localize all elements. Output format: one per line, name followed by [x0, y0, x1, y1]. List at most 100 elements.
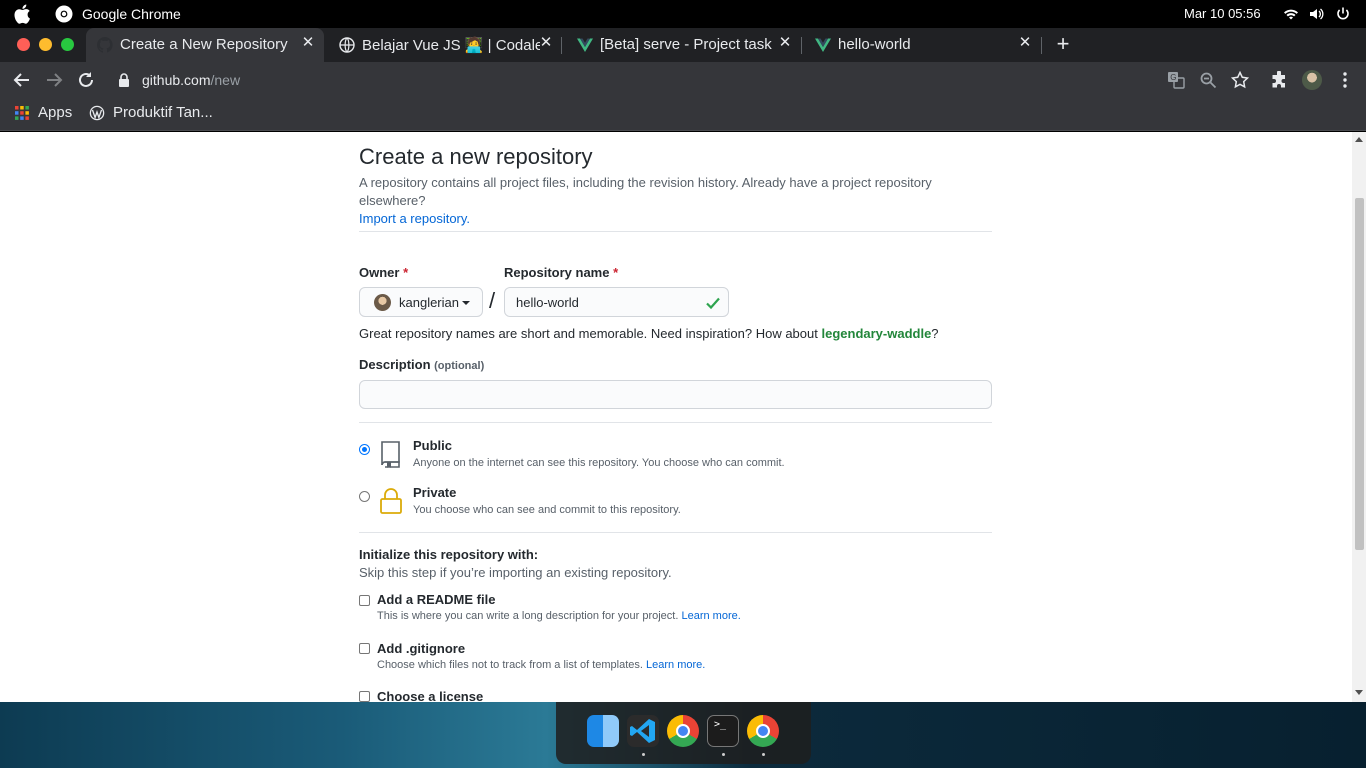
os-menu-bar: Google Chrome Mar 10 05:56 [0, 0, 1366, 28]
gitignore-note: Choose which files not to track from a l… [377, 659, 705, 671]
bookmarks-bar: Apps Produktif Tan... [0, 98, 1366, 131]
url-text[interactable]: github.com/new [142, 72, 240, 88]
reload-icon[interactable] [76, 70, 96, 90]
minimize-window-button[interactable] [39, 38, 52, 51]
volume-icon[interactable] [1308, 6, 1324, 22]
private-title: Private [413, 485, 457, 500]
address-bar[interactable]: github.com/new [110, 65, 1190, 95]
github-new-repo-page: Create a new repository A repository con… [0, 132, 1352, 702]
close-window-button[interactable] [17, 38, 30, 51]
browser-toolbar: github.com/new G [0, 62, 1366, 98]
translate-icon[interactable]: G [1167, 71, 1185, 89]
private-note: You choose who can see and commit to thi… [413, 504, 681, 516]
scrollbar-thumb[interactable] [1355, 198, 1364, 550]
lock-icon[interactable] [118, 73, 130, 87]
private-radio[interactable] [359, 491, 370, 502]
divider [359, 422, 992, 423]
description-label: Description (optional) [359, 357, 484, 372]
power-icon[interactable] [1335, 6, 1351, 22]
suggested-name-link[interactable]: legendary-waddle [821, 326, 931, 341]
tab-close-icon[interactable]: ✕ [300, 35, 316, 51]
chrome-icon[interactable] [747, 715, 779, 747]
required-mark: * [613, 265, 619, 280]
vue-icon [815, 38, 831, 52]
owner-repo-separator: / [489, 288, 496, 313]
repository-name-input[interactable]: hello-world [504, 287, 729, 317]
running-indicator [722, 753, 725, 756]
more-menu-icon[interactable] [1336, 71, 1354, 89]
bookmark-star-icon[interactable] [1231, 71, 1249, 89]
vscode-icon[interactable] [627, 715, 659, 747]
owner-label-text: Owner [359, 265, 400, 280]
tab-hello-world[interactable]: hello-world ✕ [804, 28, 1040, 62]
extensions-icon[interactable] [1270, 71, 1288, 89]
tab-title: Belajar Vue JS 🧑‍💻 | Codale [362, 37, 540, 54]
tab-close-icon[interactable]: ✕ [538, 35, 554, 51]
bookmark-label: Produktif Tan... [113, 104, 213, 121]
init-title: Initialize this repository with: [359, 547, 539, 562]
tab-divider [1041, 37, 1042, 54]
owner-dropdown[interactable]: kanglerian [359, 287, 483, 317]
vue-icon [577, 38, 593, 52]
apple-icon[interactable] [13, 4, 31, 24]
tab-strip: Create a New Repository ✕ Belajar Vue JS… [0, 28, 1366, 62]
description-input[interactable] [359, 380, 992, 409]
tab-close-icon[interactable]: ✕ [1017, 35, 1033, 51]
tab-serve-project[interactable]: [Beta] serve - Project task ✕ [566, 28, 798, 62]
learn-more-link[interactable]: Learn more. [646, 659, 705, 671]
gitignore-title: Add .gitignore [377, 641, 466, 656]
readme-checkbox[interactable] [359, 595, 370, 606]
readme-title: Add a README file [377, 592, 496, 607]
repository-name-value: hello-world [516, 295, 579, 310]
learn-more-link[interactable]: Learn more. [681, 610, 740, 622]
optional-note: (optional) [434, 360, 485, 372]
running-indicator [642, 753, 645, 756]
globe-icon [339, 37, 355, 53]
system-clock[interactable]: Mar 10 05:56 [1184, 6, 1261, 21]
public-radio[interactable] [359, 444, 370, 455]
finder-icon[interactable] [587, 715, 619, 747]
license-checkbox[interactable] [359, 691, 370, 702]
subtitle-text: A repository contains all project files,… [359, 175, 932, 208]
page-scrollbar[interactable] [1352, 132, 1366, 702]
active-app-name[interactable]: Google Chrome [82, 6, 181, 22]
maximize-window-button[interactable] [61, 38, 74, 51]
readme-note-text: This is where you can write a long descr… [377, 610, 679, 622]
owner-avatar [374, 294, 391, 311]
repo-name-label: Repository name * [504, 265, 618, 280]
gitignore-checkbox[interactable] [359, 643, 370, 654]
profile-avatar[interactable] [1302, 70, 1322, 90]
public-note: Anyone on the internet can see this repo… [413, 457, 785, 469]
tab-belajar-vue[interactable]: Belajar Vue JS 🧑‍💻 | Codale ✕ [328, 28, 560, 62]
zoom-icon[interactable] [1199, 71, 1217, 89]
back-arrow-icon[interactable] [12, 70, 32, 90]
wifi-icon[interactable] [1283, 6, 1299, 22]
gitignore-note-text: Choose which files not to track from a l… [377, 659, 643, 671]
tab-title: [Beta] serve - Project task [600, 36, 772, 53]
new-tab-button[interactable]: + [1052, 33, 1074, 56]
init-note: Skip this step if you’re importing an ex… [359, 565, 672, 580]
scroll-down-icon[interactable] [1355, 690, 1363, 695]
svg-text:G: G [1170, 73, 1176, 82]
name-suggestion-hint: Great repository names are short and mem… [359, 326, 939, 341]
forward-arrow-icon[interactable] [44, 70, 64, 90]
import-repository-link[interactable]: Import a repository. [359, 211, 470, 226]
scroll-up-icon[interactable] [1355, 137, 1363, 142]
check-icon [706, 297, 720, 310]
tab-create-repository[interactable]: Create a New Repository ✕ [86, 28, 324, 62]
hint-suffix: ? [931, 326, 939, 341]
chrome-icon[interactable] [667, 715, 699, 747]
owner-label: Owner * [359, 265, 408, 280]
license-title: Choose a license [377, 689, 484, 702]
repo-book-icon [381, 441, 400, 468]
terminal-icon[interactable]: >_ [707, 715, 739, 747]
repo-label-text: Repository name [504, 265, 610, 280]
url-host: github.com [142, 72, 211, 88]
running-indicator [762, 753, 765, 756]
chrome-icon [55, 5, 73, 23]
tab-divider [801, 37, 802, 54]
page-subtitle: A repository contains all project files,… [359, 174, 999, 228]
required-mark: * [403, 265, 409, 280]
divider [359, 532, 992, 533]
tab-close-icon[interactable]: ✕ [777, 35, 793, 51]
